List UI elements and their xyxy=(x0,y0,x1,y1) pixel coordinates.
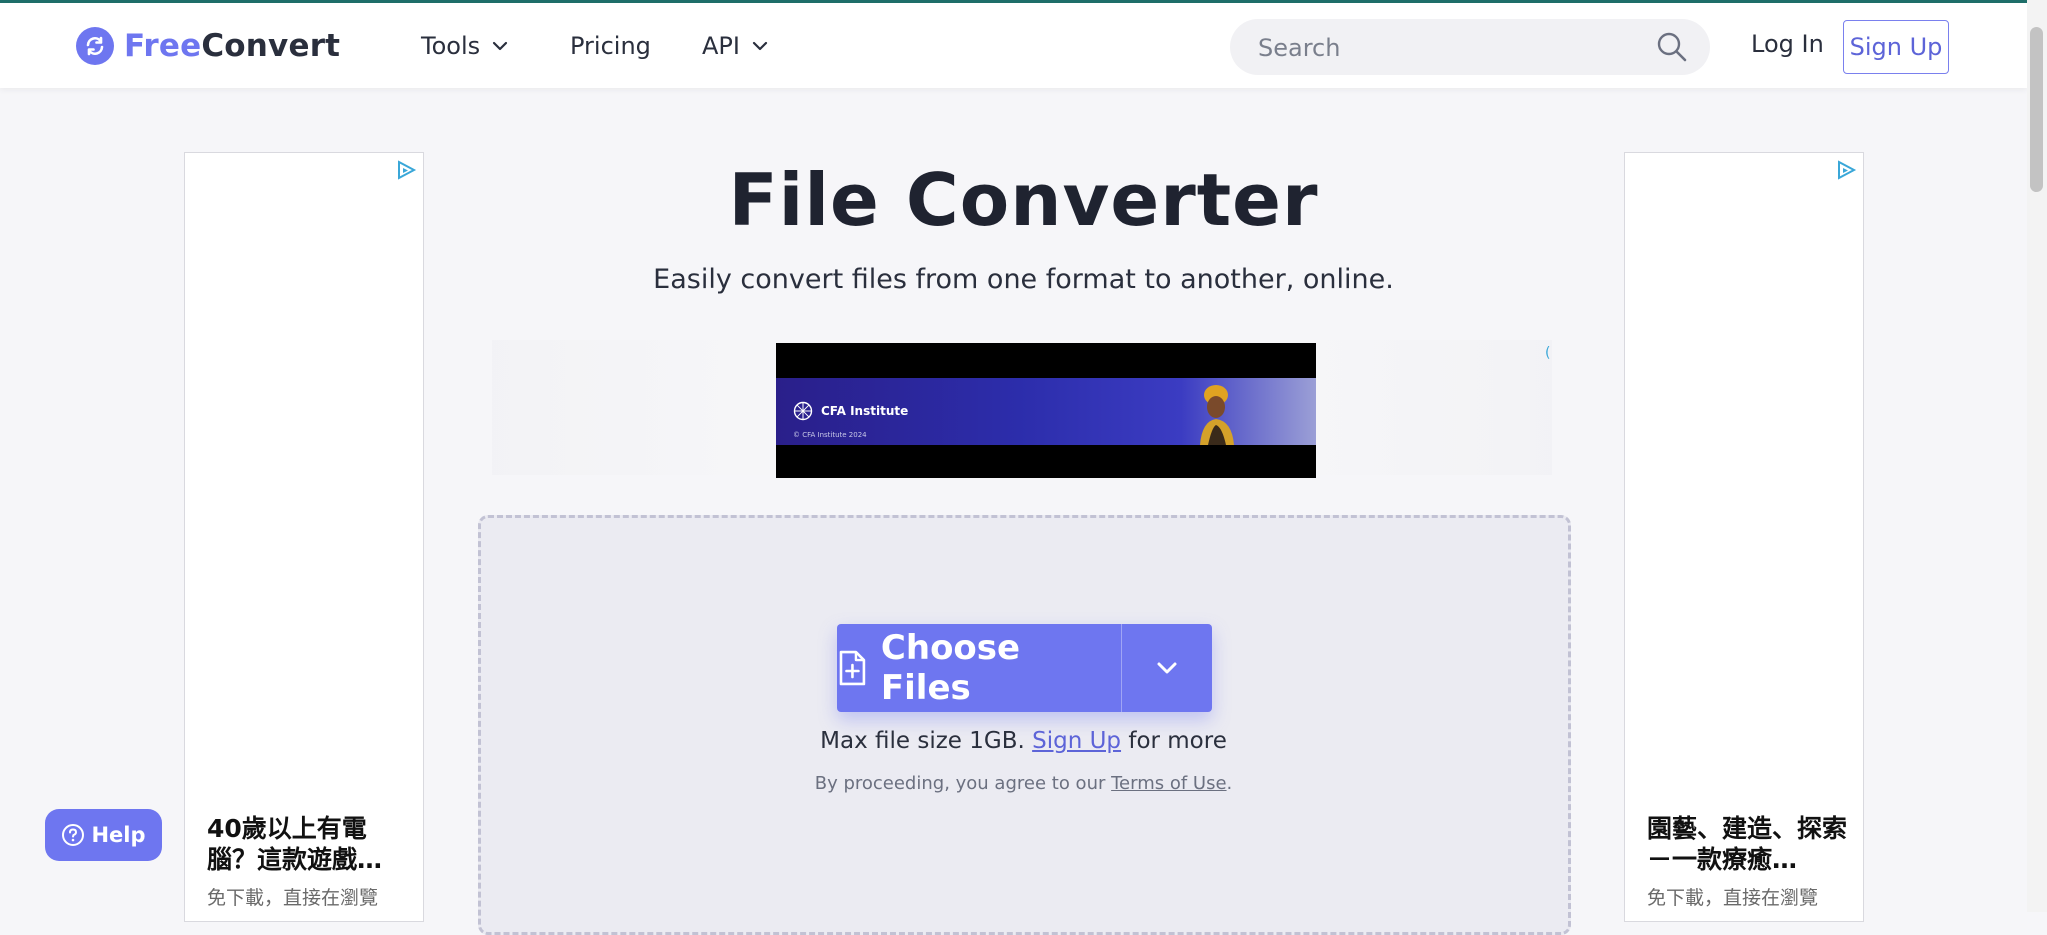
banner-ad-copyright: © CFA Institute 2024 xyxy=(793,431,867,439)
terms-prefix: By proceeding, you agree to our xyxy=(814,773,1112,794)
banner-ad[interactable]: CFA Institute © CFA Institute 2024 xyxy=(776,343,1316,478)
help-label: Help xyxy=(91,823,146,847)
logo-wordmark: FreeConvert xyxy=(124,28,340,64)
page-title: File Converter xyxy=(728,158,1319,242)
choose-files-dropdown[interactable] xyxy=(1122,624,1212,712)
terms-suffix: . xyxy=(1226,773,1233,794)
terms-of-use-link[interactable]: Terms of Use xyxy=(1111,773,1226,794)
chevron-down-icon xyxy=(1157,662,1177,674)
right-ad-title[interactable]: 園藝、建造、探索－一款療癒… xyxy=(1647,813,1847,875)
terms-note: By proceeding, you agree to our Terms of… xyxy=(0,773,2047,794)
max-size-suffix: for more xyxy=(1121,728,1227,754)
signup-button[interactable]: Sign Up xyxy=(1843,20,1949,74)
page-scrollbar[interactable] xyxy=(2027,0,2047,912)
max-file-size-note: Max file size 1GB. Sign Up for more xyxy=(0,728,2047,754)
logo[interactable]: FreeConvert xyxy=(76,26,340,66)
banner-ad-logo: CFA Institute xyxy=(793,401,908,421)
nav-tools[interactable]: Tools xyxy=(421,28,508,64)
left-ad-subtitle: 免下載，直接在瀏覽 xyxy=(207,887,379,909)
ad-info-icon[interactable]: ( xyxy=(1545,345,1550,361)
scrollbar-thumb[interactable] xyxy=(2030,27,2043,192)
logo-icon xyxy=(76,27,114,65)
help-button[interactable]: Help xyxy=(45,809,162,861)
choose-files-button[interactable]: Choose Files xyxy=(837,624,1121,712)
choose-files-label: Choose Files xyxy=(880,628,1021,708)
site-header: FreeConvert Tools Pricing API Log In Sig… xyxy=(0,3,2027,88)
nav-tools-label: Tools xyxy=(421,32,481,60)
right-ad-subtitle: 免下載，直接在瀏覽 xyxy=(1647,887,1819,909)
login-link[interactable]: Log In xyxy=(1751,30,1824,58)
signup-link[interactable]: Sign Up xyxy=(1032,728,1121,754)
chevron-down-icon xyxy=(493,41,508,51)
nav-api-label: API xyxy=(702,32,740,60)
nav-pricing[interactable]: Pricing xyxy=(570,28,651,64)
person-image-icon xyxy=(1200,385,1234,445)
cfa-logo-icon xyxy=(793,401,813,421)
help-circle-icon xyxy=(62,824,85,846)
search-icon[interactable] xyxy=(1656,31,1688,63)
banner-ad-strip: CFA Institute © CFA Institute 2024 xyxy=(776,378,1316,445)
banner-ad-brand: CFA Institute xyxy=(821,404,909,418)
nav-pricing-label: Pricing xyxy=(570,32,651,60)
max-size-prefix: Max file size 1GB. xyxy=(820,728,1033,754)
search-box xyxy=(1230,19,1710,75)
nav-api[interactable]: API xyxy=(702,28,768,64)
logo-convert-text: Convert xyxy=(201,28,341,64)
chevron-down-icon xyxy=(752,41,768,51)
search-input[interactable] xyxy=(1256,29,1640,67)
page-subtitle: Easily convert files from one format to … xyxy=(653,264,1394,295)
left-ad-title[interactable]: 40歲以上有電腦？這款遊戲… xyxy=(207,813,407,875)
file-drop-zone[interactable] xyxy=(478,515,1571,935)
file-add-icon xyxy=(839,650,866,686)
logo-free-text: Free xyxy=(124,28,202,64)
choose-files-button-group: Choose Files xyxy=(837,624,1212,712)
